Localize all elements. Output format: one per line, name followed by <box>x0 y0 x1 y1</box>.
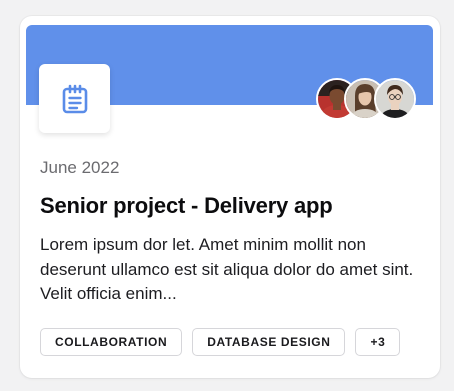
avatar-3[interactable] <box>374 78 416 120</box>
project-title: Senior project - Delivery app <box>40 193 333 218</box>
tag-list: COLLABORATION DATABASE DESIGN +3 <box>40 328 401 356</box>
member-avatars[interactable] <box>316 78 420 122</box>
project-description: Lorem ipsum dor let. Amet minim mollit n… <box>40 235 414 303</box>
project-card[interactable]: June 2022 Senior project - Delivery app … <box>20 16 440 378</box>
notepad-icon <box>62 84 87 113</box>
project-icon-box <box>39 64 110 133</box>
project-date: June 2022 <box>40 158 120 177</box>
more-tags-button[interactable]: +3 <box>355 328 401 356</box>
tag-collaboration[interactable]: COLLABORATION <box>40 328 183 356</box>
tag-database-design[interactable]: DATABASE DESIGN <box>192 328 346 356</box>
